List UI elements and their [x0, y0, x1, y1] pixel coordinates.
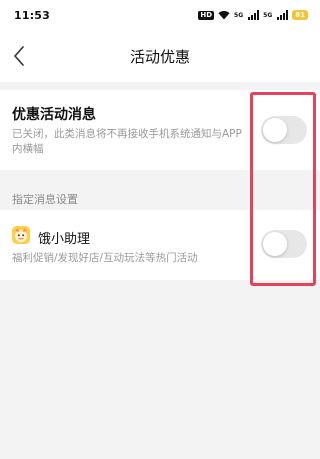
page-title: 活动优惠: [129, 47, 190, 66]
status-icons: HD 5G 5G 81: [198, 10, 308, 20]
top-divider: [0, 82, 320, 90]
promo-setting-title: 优惠活动消息: [12, 107, 96, 123]
assistant-toggle-knob: [263, 232, 287, 256]
status-time: 11:53: [14, 8, 51, 22]
promo-toggle-knob: [263, 118, 287, 142]
section-label: 指定消息设置: [12, 193, 78, 206]
promo-setting-description: 已关闭，此类消息将不再接收手机系统通知与APP内横幅: [12, 128, 242, 155]
back-button[interactable]: [6, 42, 32, 70]
status-bar: 11:53 HD 5G 5G 81: [0, 0, 320, 30]
promo-toggle[interactable]: [261, 116, 307, 144]
nav-bar: 活动优惠: [0, 30, 320, 82]
assistant-setting-description: 福利促销/发现好店/互动玩法等热门活动: [12, 252, 198, 264]
signal-2-label: 5G: [263, 11, 273, 19]
assistant-setting-title: 饿小助理: [38, 232, 91, 247]
assistant-toggle[interactable]: [261, 230, 307, 258]
signal-2-icon: [277, 10, 289, 20]
page-background: [0, 280, 320, 459]
battery-indicator: 81: [292, 10, 308, 20]
wifi-icon: [218, 11, 230, 20]
assistant-avatar-icon: [12, 226, 30, 244]
hd-badge: HD: [198, 10, 215, 20]
signal-1-label: 5G: [234, 11, 244, 19]
signal-1-icon: [248, 10, 260, 20]
chevron-left-icon: [14, 46, 24, 66]
